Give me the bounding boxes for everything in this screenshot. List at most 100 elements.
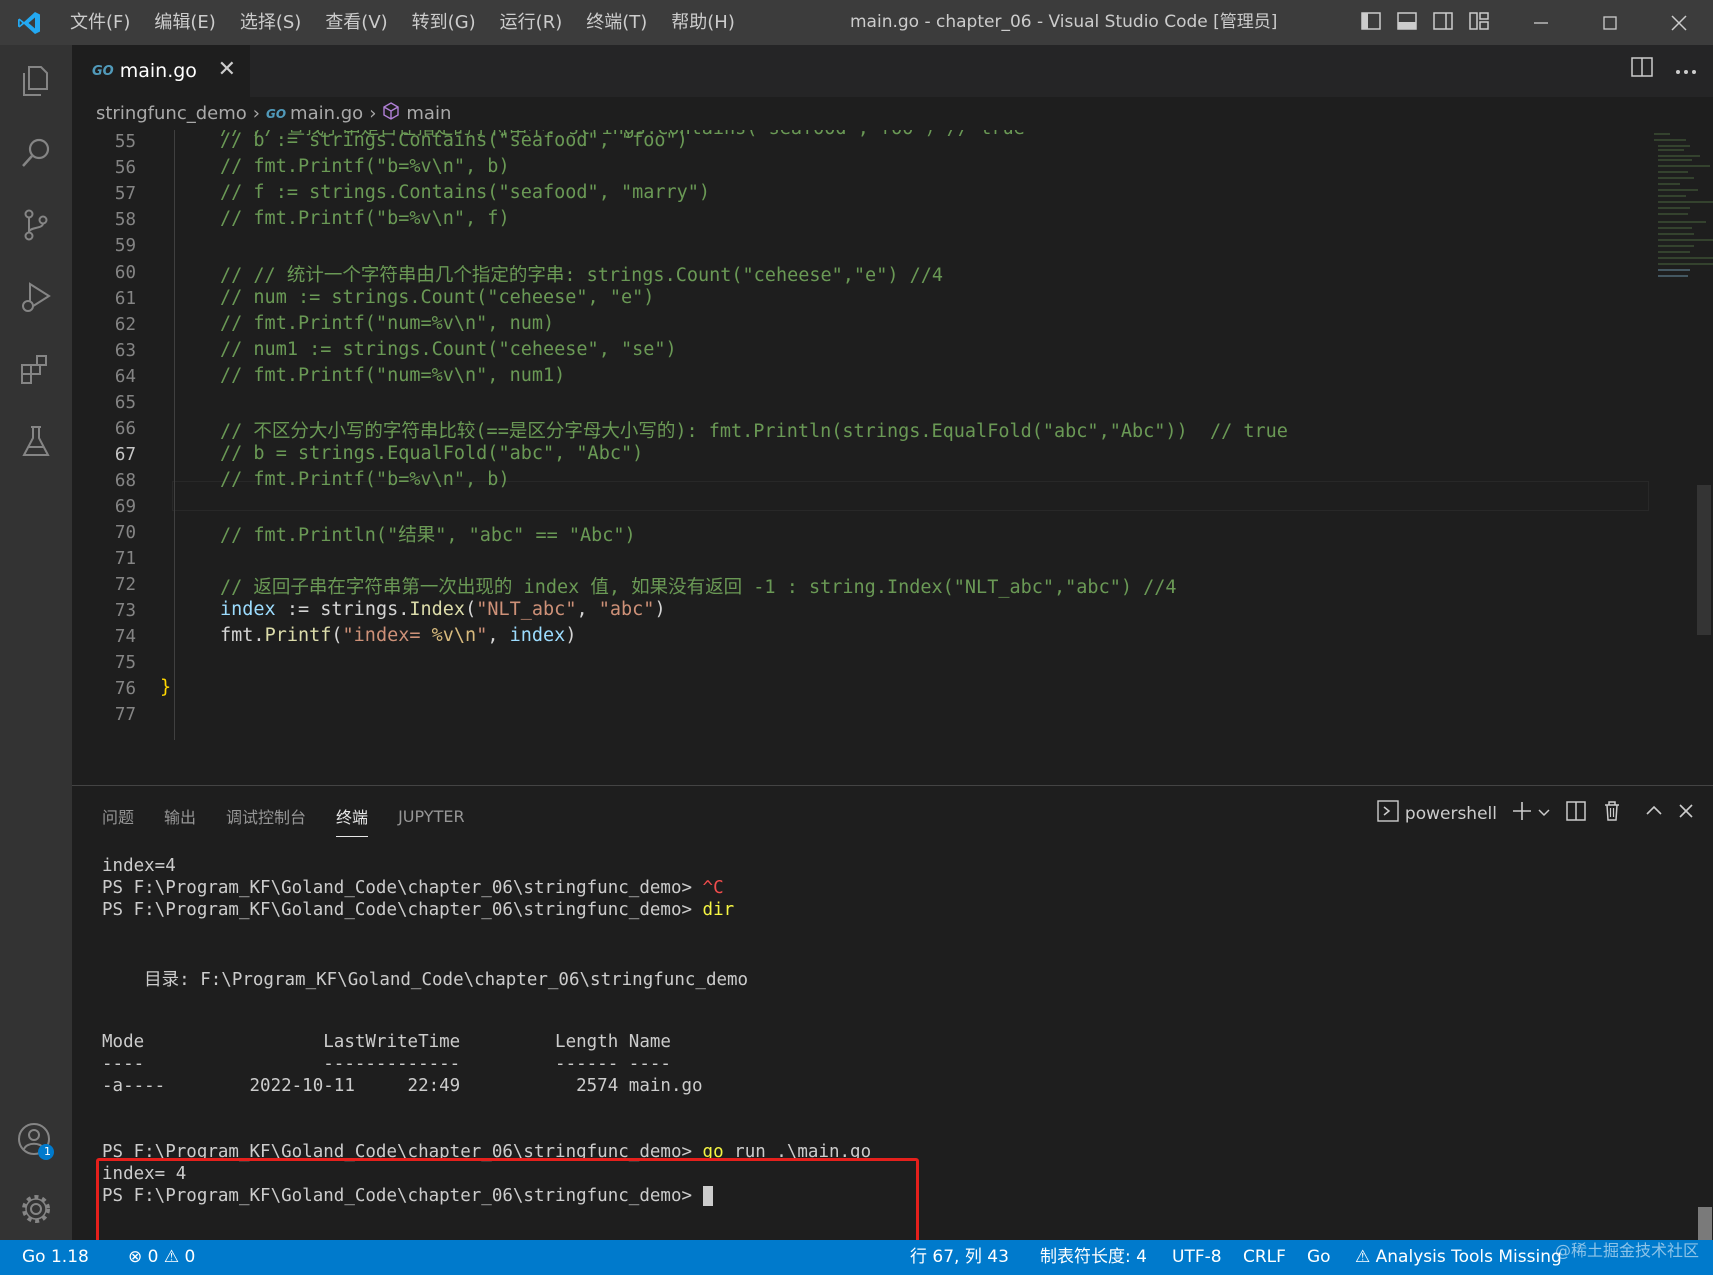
line-number: 69: [114, 497, 136, 517]
terminal-line: index=4: [102, 856, 176, 876]
code-line-60: // // 统计一个字符串由几个指定的字串: strings.Count("ce…: [220, 265, 944, 286]
tab-jupyter[interactable]: JUPYTER: [398, 799, 465, 834]
code-line-56: // fmt.Printf("b=%v\n", b): [220, 156, 510, 177]
terminal-line: -a---- 2022-10-11 22:49 2574 main.go: [102, 1076, 703, 1096]
menu-selection[interactable]: 选择(S): [228, 0, 313, 45]
toggle-panel-icon[interactable]: [1396, 10, 1418, 32]
line-number: 73: [114, 601, 136, 621]
line-number: 57: [114, 184, 136, 204]
status-cursor-position[interactable]: 行 67, 列 43: [910, 1240, 1009, 1275]
chevron-right-icon: ›: [252, 103, 260, 124]
line-number: 76: [114, 679, 136, 699]
split-editor-icon[interactable]: [1631, 57, 1653, 81]
maximize-panel-chevron-up-icon[interactable]: [1645, 802, 1663, 825]
code-line-57: // f := strings.Contains("seafood", "mar…: [220, 182, 711, 203]
terminal-line: ---- ------------- ------ ----: [102, 1054, 671, 1074]
terminal-line: PS F:\Program_KF\Goland_Code\chapter_06\…: [102, 878, 724, 898]
code-line-67: // b = strings.EqualFold("abc", "Abc"): [220, 443, 644, 464]
code-editor[interactable]: // // 查找子串是否在指定的字符串中: strings.Contains("…: [72, 130, 1713, 785]
maximize-icon[interactable]: [1575, 0, 1644, 45]
terminal-shell-icon: [1377, 800, 1399, 827]
tab-debug-console[interactable]: 调试控制台: [226, 796, 306, 836]
close-window-icon[interactable]: [1644, 0, 1713, 45]
line-number: 70: [114, 523, 136, 543]
line-number: 66: [114, 419, 136, 439]
explorer-icon[interactable]: [0, 45, 72, 117]
more-actions-icon[interactable]: [1675, 60, 1697, 79]
source-control-icon[interactable]: [0, 189, 72, 261]
testing-icon[interactable]: [0, 405, 72, 477]
terminal-scrollbar-thumb[interactable]: [1698, 1207, 1712, 1241]
line-number: 71: [114, 549, 136, 569]
line-number: 64: [114, 367, 136, 387]
menu-edit[interactable]: 编辑(E): [142, 0, 227, 45]
menu-file[interactable]: 文件(F): [58, 0, 142, 45]
status-go-version[interactable]: Go 1.18: [22, 1240, 89, 1275]
title-bar: 文件(F) 编辑(E) 选择(S) 查看(V) 转到(G) 运行(R) 终端(T…: [0, 0, 1713, 45]
toggle-secondary-sidebar-icon[interactable]: [1432, 10, 1454, 32]
tab-output[interactable]: 输出: [164, 796, 196, 836]
line-number: 72: [114, 575, 136, 595]
vscode-logo-icon: [0, 0, 58, 45]
breadcrumb-file[interactable]: main.go: [290, 103, 363, 124]
accounts-icon[interactable]: 1: [0, 1105, 72, 1177]
terminal-line: PS F:\Program_KF\Goland_Code\chapter_06\…: [102, 900, 735, 920]
tab-terminal[interactable]: 终端: [336, 796, 369, 837]
line-number: 60: [114, 263, 136, 283]
line-number: 59: [114, 236, 136, 256]
editor-tab-bar: GO main.go ✕: [72, 45, 1713, 97]
chevron-right-icon: ›: [369, 103, 377, 124]
tab-label: main.go: [119, 60, 197, 82]
minimize-icon[interactable]: [1506, 0, 1575, 45]
line-number: 63: [114, 341, 136, 361]
code-line-73: index := strings.Index("NLT_abc", "abc"): [220, 599, 666, 620]
indent-guide: [174, 130, 175, 740]
manage-gear-icon[interactable]: [0, 1173, 72, 1245]
line-number: 65: [114, 393, 136, 413]
extensions-icon[interactable]: [0, 333, 72, 405]
status-tab-size[interactable]: 制表符长度: 4: [1040, 1240, 1147, 1275]
status-eol[interactable]: CRLF: [1243, 1240, 1286, 1275]
status-bar: Go 1.18 ⊗ 0 ⚠ 0 行 67, 列 43 制表符长度: 4 UTF-…: [0, 1240, 1713, 1275]
menu-run[interactable]: 运行(R): [488, 0, 575, 45]
code-line-58: // fmt.Printf("b=%v\n", f): [220, 208, 510, 229]
run-debug-icon[interactable]: [0, 261, 72, 333]
minimap[interactable]: [1650, 130, 1713, 290]
tab-main-go[interactable]: GO main.go ✕: [72, 45, 250, 97]
menu-terminal[interactable]: 终端(T): [574, 0, 659, 45]
breadcrumb-symbol[interactable]: main: [406, 103, 451, 124]
status-analysis-tools[interactable]: ⚠ Analysis Tools Missing: [1355, 1240, 1562, 1275]
search-icon[interactable]: [0, 117, 72, 189]
code-line-62: // fmt.Printf("num=%v\n", num): [220, 313, 555, 334]
go-file-icon: GO: [265, 106, 287, 121]
breadcrumb-folder[interactable]: stringfunc_demo: [96, 103, 247, 124]
status-language[interactable]: Go: [1307, 1240, 1331, 1275]
code-line-70: // fmt.Println("结果", "abc" == "Abc"): [220, 525, 636, 546]
menu-help[interactable]: 帮助(H): [659, 0, 747, 45]
code-line-76: }: [160, 677, 172, 698]
close-panel-icon[interactable]: [1677, 802, 1695, 825]
toggle-primary-sidebar-icon[interactable]: [1360, 10, 1382, 32]
split-terminal-icon[interactable]: [1565, 800, 1587, 827]
terminal-shell-label[interactable]: powershell: [1405, 804, 1497, 824]
code-line-72: // 返回子串在字符串第一次出现的 index 值, 如果没有返回 -1 : s…: [220, 577, 1177, 598]
code-line-74: fmt.Printf("index= %v\n", index): [220, 625, 577, 646]
chevron-down-icon[interactable]: [1537, 804, 1551, 824]
go-file-icon: GO: [92, 63, 114, 79]
line-number-current: 67: [114, 445, 136, 465]
line-number: 56: [114, 158, 136, 178]
customize-layout-icon[interactable]: [1468, 10, 1490, 32]
status-problems[interactable]: ⊗ 0 ⚠ 0: [128, 1240, 195, 1275]
close-tab-icon[interactable]: ✕: [218, 57, 236, 82]
menu-go[interactable]: 转到(G): [400, 0, 488, 45]
tab-problems[interactable]: 问题: [102, 796, 134, 836]
watermark: @稀土掘金技术社区: [1555, 1241, 1700, 1260]
menu-view[interactable]: 查看(V): [313, 0, 399, 45]
kill-terminal-trash-icon[interactable]: [1601, 800, 1623, 827]
window-title: main.go - chapter_06 - Visual Studio Cod…: [850, 12, 1278, 32]
terminal-line: Mode LastWriteTime Length Name: [102, 1032, 671, 1052]
status-encoding[interactable]: UTF-8: [1172, 1240, 1222, 1275]
editor-scrollbar-thumb[interactable]: [1697, 485, 1711, 635]
line-number: 58: [114, 210, 136, 230]
new-terminal-icon[interactable]: [1511, 800, 1533, 827]
